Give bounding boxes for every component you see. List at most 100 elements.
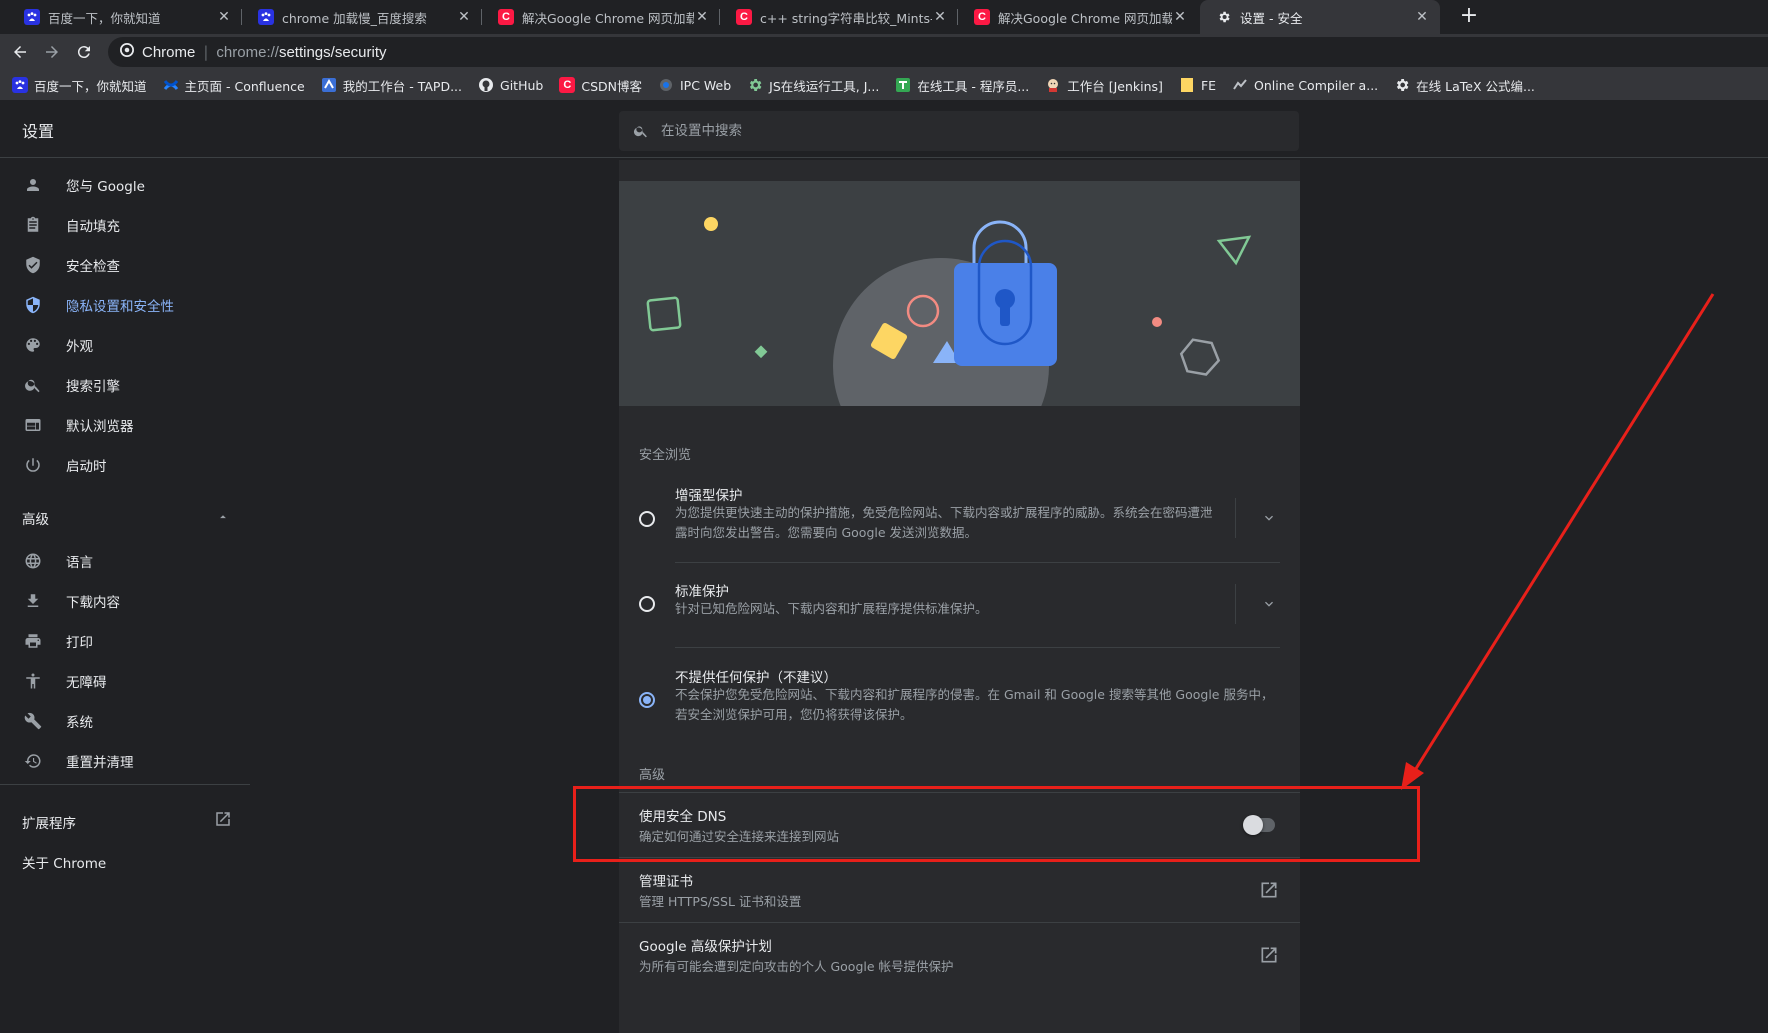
reload-icon [77, 46, 90, 59]
tab-csdn-1[interactable]: C 解决Google Chrome 网页加载 ✕ [482, 0, 720, 34]
bookmark-fe[interactable]: FE [1179, 77, 1216, 93]
close-icon[interactable]: ✕ [1172, 9, 1188, 25]
csdn-icon: C [974, 9, 990, 25]
security-illustration [619, 181, 1300, 406]
omnibox-divider: | [203, 43, 209, 61]
power-icon [24, 456, 42, 474]
sidebar-item-extensions[interactable]: 扩展程序 [22, 812, 76, 832]
close-icon[interactable]: ✕ [456, 9, 472, 25]
shield-privacy-icon [24, 296, 42, 314]
manage-certificates-row[interactable]: 管理证书 管理 HTTPS/SSL 证书和设置 [619, 858, 1300, 922]
sidebar-item-search-engine[interactable]: 搜索引擎 [0, 366, 250, 404]
sidebar-item-appearance[interactable]: 外观 [0, 326, 250, 364]
tab-csdn-3[interactable]: C 解决Google Chrome 网页加载 ✕ [958, 0, 1198, 34]
tab-baidu-search[interactable]: chrome 加载慢_百度搜索 ✕ [242, 0, 482, 34]
tool-icon [895, 77, 911, 93]
sidebar-item-reset[interactable]: 重置并清理 [0, 742, 250, 780]
radio-standard[interactable] [639, 596, 655, 612]
palette-icon [24, 336, 42, 354]
arrow-left-icon [14, 46, 26, 58]
bookmark-latex[interactable]: 在线 LaTeX 公式编... [1394, 76, 1535, 95]
sidebar-item-privacy-security[interactable]: 隐私设置和安全性 [0, 286, 250, 324]
sidebar-item-downloads[interactable]: 下载内容 [0, 582, 250, 620]
advanced-protection-desc: 为所有可能会遭到定向攻击的个人 Google 帐号提供保护 [639, 959, 954, 974]
external-link-icon[interactable] [1259, 945, 1279, 965]
bookmark-confluence[interactable]: 主页面 - Confluence [163, 76, 305, 95]
sidebar-item-label: 自动填充 [66, 219, 120, 235]
back-button[interactable] [8, 40, 32, 64]
reload-button[interactable] [72, 40, 96, 64]
manage-certificates-label: 管理证书 [639, 874, 693, 890]
bookmark-label: IPC Web [679, 77, 732, 93]
option-desc: 不会保护您免受危险网站、下载内容和扩展程序的侵害。在 Gmail 和 Googl… [675, 687, 1274, 722]
close-icon[interactable]: ✕ [1414, 9, 1430, 25]
bookmark-label: GitHub [500, 77, 544, 93]
sidebar-item-label: 重置并清理 [66, 755, 134, 771]
browser-icon [24, 416, 42, 434]
omnibox[interactable]: Chrome | chrome://settings/security [108, 37, 1768, 67]
bookmark-online-compiler[interactable]: Online Compiler a... [1232, 77, 1378, 93]
sidebar-item-default-browser[interactable]: 默认浏览器 [0, 406, 250, 444]
bookmark-jenkins[interactable]: 工作台 [Jenkins] [1045, 76, 1163, 95]
bookmark-github[interactable]: GitHub [478, 77, 543, 93]
sidebar-item-label: 系统 [66, 715, 93, 731]
close-icon[interactable]: ✕ [694, 9, 710, 25]
sidebar-item-label: 搜索引擎 [66, 379, 120, 395]
external-link-icon[interactable] [214, 810, 232, 828]
sidebar-item-system[interactable]: 系统 [0, 702, 250, 740]
bookmark-ipc-web[interactable]: IPC Web [658, 77, 731, 93]
bookmark-label: 主页面 - Confluence [184, 78, 305, 94]
forward-button[interactable] [40, 40, 64, 64]
expand-standard-button[interactable] [1259, 594, 1279, 614]
sidebar-item-on-startup[interactable]: 启动时 [0, 446, 250, 484]
tab-title: chrome 加载慢_百度搜索 [282, 10, 427, 26]
bookmark-baidu[interactable]: 百度一下，你就知道 [12, 76, 147, 95]
sidebar-item-safety-check[interactable]: 安全检查 [0, 246, 250, 284]
search-input[interactable] [661, 123, 1261, 139]
security-banner-graphic [646, 217, 1252, 406]
advanced-section-title: 高级 [639, 768, 666, 783]
settings-search[interactable] [619, 111, 1299, 151]
radio-enhanced[interactable] [639, 511, 655, 527]
external-link-icon[interactable] [1259, 880, 1279, 900]
safe-browsing-no-protection-row[interactable]: 不提供任何保护（不建议） 不会保护您免受危险网站、下载内容和扩展程序的侵害。在 … [619, 666, 1300, 746]
sidebar-item-autofill[interactable]: 自动填充 [0, 206, 250, 244]
sidebar-item-languages[interactable]: 语言 [0, 542, 250, 580]
safe-browsing-standard-row[interactable]: 标准保护 针对已知危险网站、下载内容和扩展程序提供标准保护。 [619, 580, 1300, 640]
safe-browsing-title: 安全浏览 [639, 448, 692, 463]
globe-icon [24, 552, 42, 570]
tab-settings-security[interactable]: 设置 - 安全 ✕ [1200, 0, 1440, 34]
bookmark-tapd[interactable]: 我的工作台 - TAPD... [321, 76, 462, 95]
sidebar-advanced-header[interactable]: 高级 [22, 508, 49, 528]
new-tab-button[interactable]: + [1456, 4, 1482, 30]
bookmark-online-tools[interactable]: 在线工具 - 程序员... [895, 76, 1029, 95]
sidebar-item-printing[interactable]: 打印 [0, 622, 250, 660]
tapd-icon [321, 77, 337, 93]
close-icon[interactable]: ✕ [932, 9, 948, 25]
tab-baidu-home[interactable]: 百度一下，你就知道 ✕ [8, 0, 242, 34]
bookmark-js-tool[interactable]: JS在线运行工具, J... [747, 76, 879, 95]
confluence-icon [163, 77, 179, 93]
sidebar-item-accessibility[interactable]: 无障碍 [0, 662, 250, 700]
search-icon [24, 376, 42, 394]
tab-title: 解决Google Chrome 网页加载 [522, 10, 694, 26]
sidebar-item-label: 下载内容 [66, 595, 120, 611]
tab-strip: 百度一下，你就知道 ✕ chrome 加载慢_百度搜索 ✕ C 解决Google… [0, 0, 1768, 34]
advanced-protection-row[interactable]: Google 高级保护计划 为所有可能会遭到定向攻击的个人 Google 帐号提… [619, 923, 1300, 987]
sidebar-item-you-and-google[interactable]: 您与 Google [0, 166, 250, 204]
chevron-up-icon[interactable] [216, 510, 230, 524]
wrench-icon [24, 712, 42, 730]
tab-csdn-2[interactable]: C c++ string字符串比较_Mints-C ✕ [720, 0, 958, 34]
sidebar-item-about-chrome[interactable]: 关于 Chrome [22, 852, 106, 872]
tab-title: 解决Google Chrome 网页加载 [998, 10, 1172, 26]
annotation-highlight-box [573, 786, 1420, 862]
option-label: 不提供任何保护（不建议） [675, 670, 837, 686]
clipboard-icon [24, 216, 42, 234]
bookmark-csdn[interactable]: C CSDN博客 [559, 76, 642, 95]
printer-icon [24, 632, 42, 650]
safe-browsing-enhanced-row[interactable]: 增强型保护 为您提供更快速主动的保护措施，免受危险网站、下载内容或扩展程序的威胁… [619, 484, 1300, 568]
settings-sidebar: 您与 Google 自动填充 安全检查 隐私设置和安全性 外观 搜索引擎 默认浏… [0, 160, 250, 1033]
radio-no-protection[interactable] [639, 692, 655, 708]
expand-enhanced-button[interactable] [1259, 508, 1279, 528]
close-icon[interactable]: ✕ [216, 9, 232, 25]
